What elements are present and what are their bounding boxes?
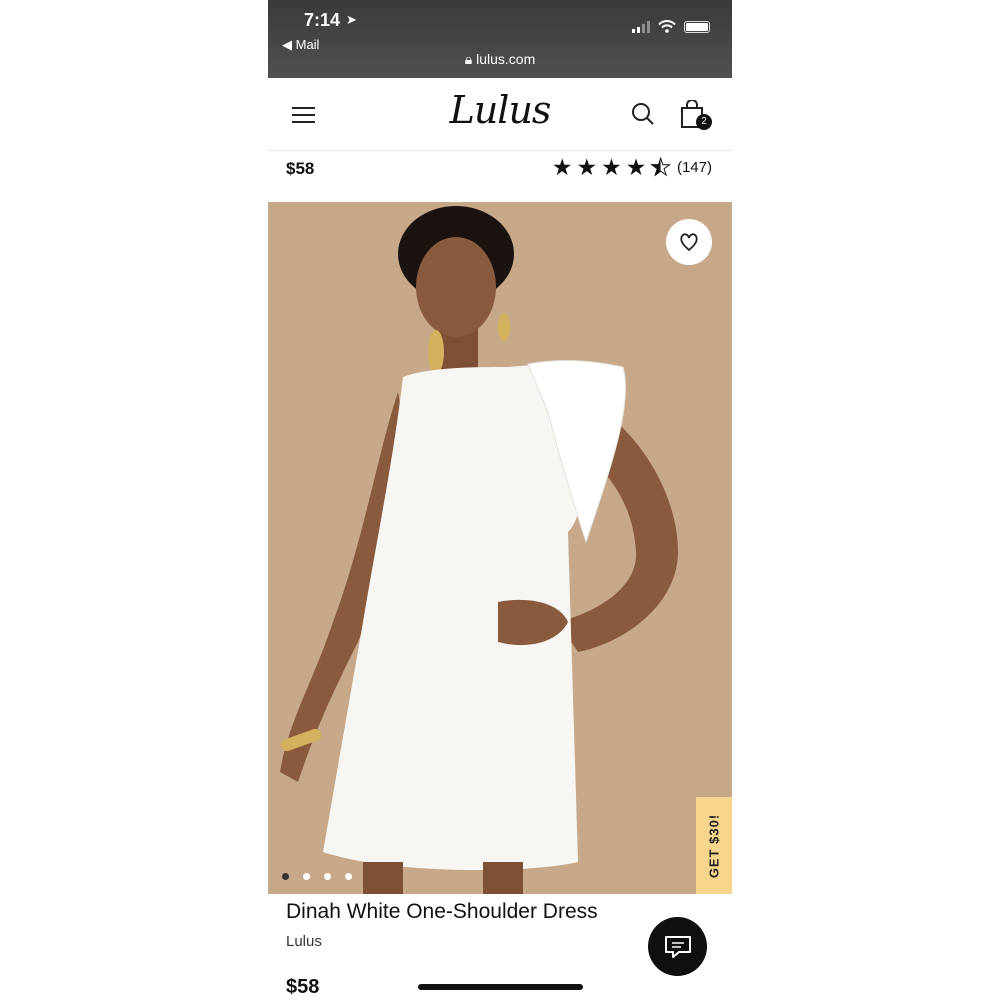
cellular-signal-icon [632,21,650,33]
carousel-dot[interactable] [303,873,310,880]
star-icon: ★ [625,154,647,180]
carousel-dot[interactable] [324,873,331,880]
star-icon: ★ [601,154,622,180]
location-arrow-icon: ➤ [346,12,357,27]
lock-icon: 🔒︎ [464,51,473,67]
battery-icon [684,21,710,33]
promo-tab-label: GET $30! [706,813,722,878]
product-title: Dinah White One-Shoulder Dress [286,900,598,923]
half-star-icon: ★ [650,154,672,180]
heart-icon [680,233,698,252]
cart-count-badge: 2 [696,114,712,130]
status-icons [632,20,710,33]
address-url: lulus.com [476,51,536,67]
product-price: $58 [286,976,320,998]
carousel-dot[interactable] [282,873,289,880]
product-image[interactable]: GET $30! [268,202,732,894]
star-icon: ★ [576,154,598,180]
model-in-dress-illustration [280,206,678,894]
address-bar[interactable]: 🔒︎ lulus.com [268,51,732,68]
status-bar: 7:14 ➤ ◀ Mail 🔒︎ lulus.com [268,0,732,78]
search-icon[interactable] [631,102,655,126]
chat-button[interactable] [648,917,707,976]
home-indicator[interactable] [418,984,583,990]
price-summary: $58 [286,159,315,178]
image-carousel-dots[interactable] [282,873,352,880]
promo-tab[interactable]: GET $30! [696,797,732,894]
wishlist-button[interactable] [666,219,712,265]
review-count[interactable]: (147) [677,159,712,176]
phone-screen: 7:14 ➤ ◀ Mail 🔒︎ lulus.com Lulus 2 $58 ★… [268,0,732,1000]
star-icon: ★ [551,154,573,180]
carousel-dot[interactable] [345,873,352,880]
rating[interactable]: ★ ★ ★ ★ ★ (147) [551,154,712,180]
lulus-logo[interactable]: Lulus [268,88,732,132]
wifi-icon [658,20,676,33]
site-header: Lulus 2 [268,78,732,151]
chat-bubble-icon [664,935,691,958]
status-time: 7:14 [304,10,341,30]
product-brand[interactable]: Lulus [286,933,322,950]
